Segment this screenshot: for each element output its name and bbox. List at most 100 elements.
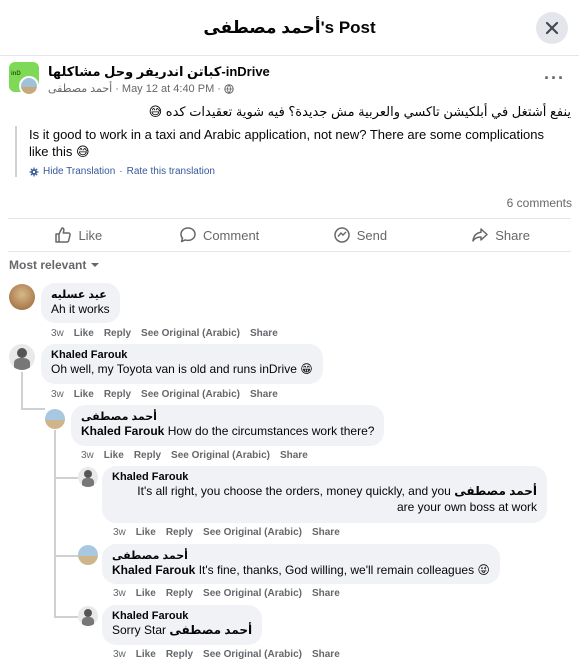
mention-link[interactable]: أحمد مصطفى (169, 623, 252, 637)
comment-time[interactable]: 3w (51, 389, 64, 400)
translation-links: Hide Translation · Rate this translation (29, 166, 555, 177)
comment-author[interactable]: Khaled Farouk (112, 471, 537, 483)
comment-reply-button[interactable]: Reply (166, 649, 193, 660)
comment-text-body: Sorry Star (112, 623, 170, 637)
comment-share-button[interactable]: Share (312, 527, 340, 538)
comment-text-body: It's all right, you choose the orders, m… (137, 484, 451, 498)
comment-like-button[interactable]: Like (74, 389, 94, 400)
comment-reply-button[interactable]: Reply (104, 328, 131, 339)
comment-share-button[interactable]: Share (312, 649, 340, 660)
post-meta: أحمد مصطفى · May 12 at 4:40 PM · (48, 82, 234, 95)
avatar[interactable] (78, 467, 98, 487)
comment-like-button[interactable]: Like (136, 588, 156, 599)
thread-line (21, 372, 23, 410)
avatar[interactable] (78, 606, 98, 626)
comment-bubble: Khaled Farouk Sorry Star أحمد مصطفى (102, 605, 263, 645)
comment-time[interactable]: 3w (51, 328, 64, 339)
comment-icon (180, 227, 196, 243)
avatar[interactable] (45, 409, 65, 429)
avatar[interactable] (9, 344, 35, 370)
comment-like-button[interactable]: Like (74, 328, 94, 339)
like-icon (55, 227, 72, 243)
comment-time[interactable]: 3w (81, 450, 94, 461)
like-label: Like (78, 227, 103, 243)
comment-actions: 3w Like Reply See Original (Arabic) Shar… (113, 588, 340, 599)
group-name-link[interactable]: كباتن اندريفر وحل مشاكلها-inDrive (48, 64, 270, 80)
comment-text: Khaled Farouk It's fine, thanks, God wil… (112, 562, 490, 578)
comment-like-button[interactable]: Like (136, 649, 156, 660)
see-original-button[interactable]: See Original (Arabic) (141, 389, 240, 400)
comment-reply-button[interactable]: Reply (166, 588, 193, 599)
comment-text: Sorry Star أحمد مصطفى (112, 622, 252, 638)
post-text: ينفع أشتغل في أبلكيشن تاكسي والعربية مش … (148, 104, 571, 119)
meta-separator: · (115, 82, 119, 95)
comment-reply-button[interactable]: Reply (104, 389, 131, 400)
comment-author[interactable]: Khaled Farouk (51, 349, 313, 361)
post-author-link[interactable]: أحمد مصطفى (48, 82, 112, 95)
comment-text-body: How do the circumstances work there? (164, 424, 375, 438)
share-button[interactable]: Share (430, 219, 571, 251)
comment-author[interactable]: أحمد مصطفى (112, 549, 490, 562)
comment-author[interactable]: عيد عسليه (51, 288, 110, 301)
comment-time[interactable]: 3w (113, 588, 126, 599)
post-date-link[interactable]: May 12 at 4:40 PM (122, 83, 214, 95)
comment-bubble: أحمد مصطفى Khaled Farouk It's fine, than… (102, 544, 500, 584)
author-avatar[interactable] (19, 76, 39, 96)
mention-link[interactable]: أحمد مصطفى (454, 484, 537, 498)
thread-line (54, 616, 78, 618)
mention-link[interactable]: Khaled Farouk (81, 424, 164, 438)
comment-like-button[interactable]: Like (104, 450, 124, 461)
comment-button[interactable]: Comment (149, 219, 290, 251)
meta-separator: · (217, 82, 221, 95)
comment-time[interactable]: 3w (113, 527, 126, 538)
chevron-down-icon (91, 263, 100, 267)
send-label: Send (356, 227, 388, 243)
comment-bubble: Khaled Farouk It's all right, you choose… (102, 466, 547, 523)
comment-text: Oh well, my Toyota van is old and runs i… (51, 362, 313, 376)
share-label: Share (495, 227, 530, 243)
comment-author[interactable]: أحمد مصطفى (81, 410, 374, 423)
comment-label: Comment (202, 227, 260, 243)
rate-translation-link[interactable]: Rate this translation (127, 166, 215, 177)
comment-bubble: عيد عسليه Ah it works (41, 283, 120, 323)
see-original-button[interactable]: See Original (Arabic) (171, 450, 270, 461)
comment-author[interactable]: Khaled Farouk (112, 610, 252, 622)
comment-actions: 3w Like Reply See Original (Arabic) Shar… (81, 450, 308, 461)
see-original-button[interactable]: See Original (Arabic) (203, 527, 302, 538)
comment-reply-button[interactable]: Reply (134, 450, 161, 461)
thread-line (54, 477, 78, 479)
close-button[interactable] (536, 12, 568, 44)
link-separator: · (119, 166, 123, 177)
see-original-button[interactable]: See Original (Arabic) (203, 588, 302, 599)
comment-count-link[interactable]: 6 comments (507, 196, 572, 210)
comment-text-body: It's fine, thanks, God willing, we'll re… (195, 563, 490, 577)
globe-icon (224, 83, 234, 94)
translation-text: Is it good to work in a taxi and Arabic … (29, 127, 544, 159)
sort-label: Most relevant (9, 258, 87, 272)
see-original-button[interactable]: See Original (Arabic) (141, 328, 240, 339)
thread-line (21, 408, 45, 410)
comment-like-button[interactable]: Like (136, 527, 156, 538)
comment-actions: 3w Like Reply See Original (Arabic) Shar… (51, 328, 278, 339)
send-button[interactable]: Send (290, 219, 431, 251)
comment-share-button[interactable]: Share (250, 389, 278, 400)
gear-icon (29, 167, 39, 176)
mention-link[interactable]: Khaled Farouk (112, 563, 195, 577)
comment-time[interactable]: 3w (113, 649, 126, 660)
avatar[interactable] (9, 284, 35, 310)
comment-actions: 3w Like Reply See Original (Arabic) Shar… (113, 527, 340, 538)
comment-sort-dropdown[interactable]: Most relevant (9, 258, 100, 272)
send-icon (333, 227, 350, 243)
see-original-button[interactable]: See Original (Arabic) (203, 649, 302, 660)
avatar[interactable] (78, 545, 98, 565)
close-icon (545, 21, 559, 35)
comment-share-button[interactable]: Share (250, 328, 278, 339)
comment-share-button[interactable]: Share (312, 588, 340, 599)
comment-reply-button[interactable]: Reply (166, 527, 193, 538)
comment-bubble: أحمد مصطفى Khaled Farouk How do the circ… (71, 405, 385, 446)
hide-translation-link[interactable]: Hide Translation (43, 166, 115, 177)
like-button[interactable]: Like (8, 219, 149, 251)
more-options-button[interactable]: ··· (544, 68, 565, 89)
comment-share-button[interactable]: Share (280, 450, 308, 461)
post-dialog-header: أحمد مصطفى's Post (0, 0, 579, 56)
